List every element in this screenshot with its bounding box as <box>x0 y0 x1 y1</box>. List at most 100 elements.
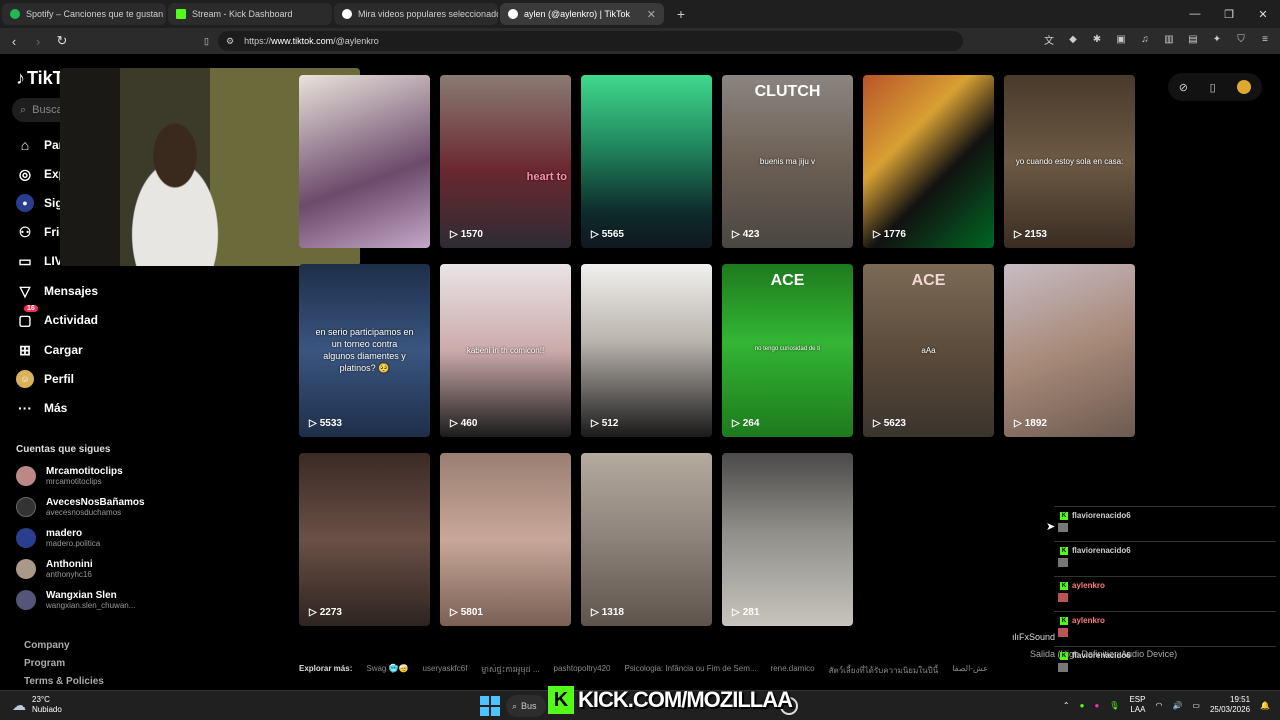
video-card[interactable]: ACE aAa ▷ 5623 <box>863 264 994 437</box>
following-account[interactable]: Anthonini anthonyhc16 <box>16 559 93 579</box>
nav-mensajes[interactable]: ▽ Mensajes <box>16 282 98 300</box>
new-tab-button[interactable]: + <box>670 3 692 25</box>
sidebar-icon[interactable]: ▥ <box>1162 32 1176 46</box>
tab-tiktok-popular[interactable]: Mira videos populares seleccionado <box>334 3 498 25</box>
forward-icon[interactable]: › <box>28 31 48 51</box>
video-card[interactable]: heart to ▷ 1570 <box>440 75 571 248</box>
app-tray-icon[interactable]: ● <box>1094 701 1099 710</box>
play-icon: ▷ <box>591 607 599 618</box>
shield-icon[interactable]: ⛉ <box>1234 32 1248 46</box>
video-card[interactable]: ▷ 2273 <box>299 453 430 626</box>
translate-icon[interactable]: 文 <box>1042 32 1056 47</box>
view-count: ▷ 423 <box>732 229 760 240</box>
extension-icon[interactable]: ◆ <box>1066 32 1080 46</box>
video-card[interactable]: ACE no tengo curiosidad de ti ▷ 264 <box>722 264 853 437</box>
footer-terms-link[interactable]: Terms & Policies <box>24 676 104 687</box>
close-window-icon[interactable]: ✕ <box>1246 0 1280 28</box>
video-card[interactable]: CLUTCH buenis ma jiju v ▷ 423 <box>722 75 853 248</box>
menu-icon[interactable]: ≡ <box>1258 32 1272 46</box>
video-card[interactable]: ▷ 1318 <box>581 453 712 626</box>
nav-actividad[interactable]: ▢ 16 Actividad <box>16 305 98 329</box>
video-card[interactable] <box>299 75 430 248</box>
weather-widget[interactable]: ☁ 23°C Nubiado <box>12 695 62 715</box>
site-info-icon[interactable]: ⚙ <box>226 36 234 47</box>
nav-mas[interactable]: ··· Más <box>16 399 67 417</box>
coins-icon[interactable] <box>1237 80 1252 94</box>
puzzle-icon[interactable]: ✱ <box>1090 32 1104 46</box>
ai-icon[interactable]: ✦ <box>1210 32 1224 46</box>
video-card[interactable]: en serio participamos en un torneo contr… <box>299 264 430 437</box>
following-account[interactable]: Mrcamotitoclips mrcamotitoclips <box>16 466 123 486</box>
tab-tiktok-profile[interactable]: aylen (@aylenkro) | TikTok ✕ <box>500 3 664 25</box>
screenshot-icon[interactable]: ▣ <box>1114 32 1128 46</box>
video-caption: kabeni in th comicon!! <box>466 346 545 355</box>
following-account[interactable]: madero madero.politica <box>16 528 100 548</box>
tiktok-icon <box>508 9 518 19</box>
footer-program-link[interactable]: Program <box>24 658 65 669</box>
tab-label: Stream - Kick Dashboard <box>192 9 293 19</box>
compass-icon[interactable]: ⊘ <box>1179 81 1188 94</box>
following-account[interactable]: Wangxian Slen wangxian.slen_chuwan... <box>16 590 135 610</box>
clock[interactable]: 19:51 25/03/2026 <box>1210 695 1250 715</box>
kick-logo-icon: K <box>548 686 574 714</box>
nav-perfil[interactable]: ☺ Perfil <box>16 370 74 388</box>
wifi-icon[interactable]: ◠ <box>1155 701 1162 710</box>
language-indicator[interactable]: ESP LAA <box>1129 695 1145 715</box>
battery-icon[interactable]: ▭ <box>1192 701 1200 710</box>
upload-icon: ⊞ <box>19 341 31 358</box>
video-card[interactable]: ▷ 5801 <box>440 453 571 626</box>
back-icon[interactable]: ‹ <box>4 31 24 51</box>
messages-icon: ▽ <box>19 282 31 299</box>
windows-start-icon[interactable] <box>480 696 500 716</box>
explore-tag[interactable]: pashtopoltry420 <box>554 664 611 677</box>
device-icon[interactable]: ▯ <box>1210 81 1216 94</box>
explore-tag[interactable]: useryaskfc6f <box>423 664 468 677</box>
footer-company-link[interactable]: Company <box>24 640 70 651</box>
play-icon: ▷ <box>450 418 458 429</box>
explore-tag[interactable]: rene.damico <box>771 664 815 677</box>
app-tray-icon[interactable]: ● <box>1080 701 1085 710</box>
taskbar-search[interactable]: ⌕ Bus <box>506 695 546 717</box>
compass-icon: ◎ <box>18 165 32 182</box>
explore-tag[interactable]: Swag 🥶🤕 <box>366 664 408 677</box>
video-card[interactable]: kabeni in th comicon!! ▷ 460 <box>440 264 571 437</box>
explore-tag[interactable]: عش-الصفا <box>952 664 988 677</box>
view-count: ▷ 1318 <box>591 607 624 618</box>
video-card[interactable]: ▷ 1892 <box>1004 264 1135 437</box>
explore-tag[interactable]: Psicologia: Infância ou Fim de Sem... <box>624 664 756 677</box>
music-icon[interactable]: ♫ <box>1138 32 1152 46</box>
mic-icon[interactable]: 🎙 <box>1109 701 1119 710</box>
video-card[interactable]: ▷ 512 <box>581 264 712 437</box>
bookmark-icon[interactable]: ▯ <box>204 36 209 47</box>
wallet-icon[interactable]: ▤ <box>1186 32 1200 46</box>
url-field[interactable]: ▯ ⚙ https://www.tiktok.com/@aylenkro <box>204 31 963 51</box>
tab-label: aylen (@aylenkro) | TikTok <box>524 9 631 19</box>
nav-cargar[interactable]: ⊞ Cargar <box>16 341 83 359</box>
video-card[interactable]: ▷ 281 <box>722 453 853 626</box>
explore-tag[interactable]: ម្ចាស់ផ្ទះការអូមុដ ... <box>481 664 539 677</box>
tab-label: Mira videos populares seleccionado <box>358 9 498 19</box>
chevron-up-icon[interactable]: ⌃ <box>1063 701 1070 710</box>
video-card[interactable]: ▷ 5565 <box>581 75 712 248</box>
volume-icon[interactable]: 🔊 <box>1172 701 1182 710</box>
tab-kick[interactable]: Stream - Kick Dashboard <box>168 3 332 25</box>
video-card[interactable]: yo cuando estoy sola en casa: ▷ 2153 <box>1004 75 1135 248</box>
notifications-icon[interactable]: 🔔 <box>1260 701 1270 710</box>
mouse-cursor-icon: ➤ <box>1046 521 1056 533</box>
header-actions: ⊘ ▯ <box>1168 73 1262 101</box>
tiktok-note-icon: ♪ <box>16 68 25 88</box>
kick-badge-icon: K <box>1060 616 1068 625</box>
avatar <box>16 528 36 548</box>
minimize-icon[interactable]: — <box>1178 0 1212 28</box>
kick-badge-icon: K <box>1060 511 1068 520</box>
play-icon: ▷ <box>732 418 740 429</box>
view-count: ▷ 1892 <box>1014 418 1047 429</box>
reload-icon[interactable]: ↻ <box>52 31 72 51</box>
following-account[interactable]: AvecesNosBañamos avecesnosduchamos <box>16 497 145 517</box>
tab-spotify[interactable]: Spotify – Canciones que te gustan <box>2 3 166 25</box>
explore-tag[interactable]: สัตว์เลี้ยงที่ได้รับความนิยมในปีนี้ <box>829 664 939 677</box>
close-tab-icon[interactable]: ✕ <box>647 8 656 21</box>
maximize-icon[interactable]: ❐ <box>1212 0 1246 28</box>
view-count: ▷ 460 <box>450 418 478 429</box>
video-card[interactable]: ▷ 1776 <box>863 75 994 248</box>
